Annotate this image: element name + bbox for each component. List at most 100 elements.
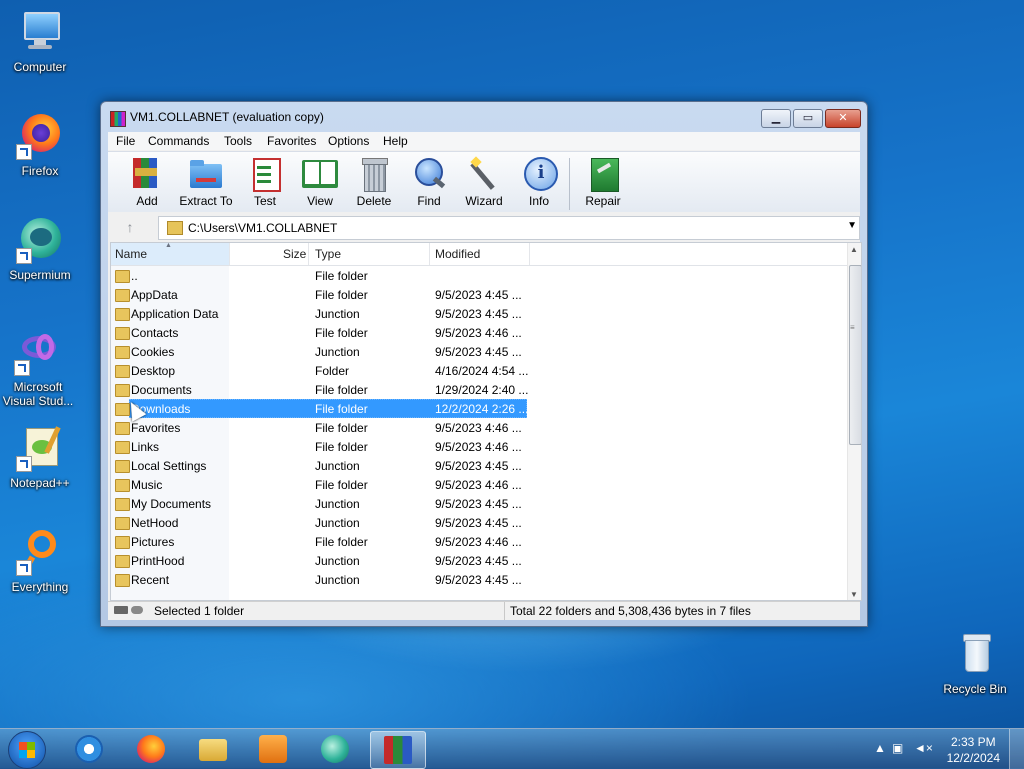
header-modified[interactable]: Modified bbox=[435, 247, 480, 261]
magnifier-icon bbox=[411, 156, 447, 190]
cell-name: .. bbox=[131, 269, 138, 283]
header-name[interactable]: Name bbox=[115, 247, 147, 261]
test-button[interactable]: Test bbox=[237, 156, 293, 208]
cell-type: Folder bbox=[315, 364, 350, 378]
menu-bar: File Commands Tools Favorites Options He… bbox=[108, 132, 860, 150]
table-row[interactable]: Desktop Folder 4/16/2024 4:54 ... bbox=[111, 361, 847, 380]
minimize-button[interactable]: ▁ bbox=[761, 109, 791, 128]
desktop-icon-supermium[interactable]: Supermium bbox=[2, 216, 78, 282]
find-label: Find bbox=[417, 194, 441, 208]
cell-type: Junction bbox=[315, 459, 360, 473]
desktop-icon-recycle-bin[interactable]: Recycle Bin bbox=[937, 630, 1013, 696]
vertical-scrollbar[interactable]: ▲ ≡ ▼ bbox=[847, 243, 861, 600]
table-row[interactable]: Pictures File folder 9/5/2023 4:46 ... bbox=[111, 532, 847, 551]
cell-modified: 9/5/2023 4:46 ... bbox=[435, 326, 522, 340]
taskbar-winrar[interactable] bbox=[370, 731, 426, 769]
chevron-down-icon[interactable]: ▼ bbox=[847, 220, 857, 231]
cell-type: File folder bbox=[315, 326, 368, 340]
add-button[interactable]: Add bbox=[119, 156, 175, 208]
arrow-up-icon: ↑ bbox=[126, 219, 134, 235]
header-size[interactable]: Size bbox=[283, 247, 306, 261]
table-row[interactable]: Downloads File folder 12/2/2024 2:26 ... bbox=[111, 399, 847, 418]
cell-modified: 1/29/2024 2:40 ... bbox=[435, 383, 529, 397]
drive-icon[interactable] bbox=[114, 606, 144, 614]
volume-muted-icon[interactable]: ◄× bbox=[914, 741, 933, 755]
maximize-icon: ▭ bbox=[802, 112, 814, 124]
network-icon[interactable]: ▣ bbox=[892, 741, 903, 755]
table-row[interactable]: My Documents Junction 9/5/2023 4:45 ... bbox=[111, 494, 847, 513]
view-label: View bbox=[307, 194, 333, 208]
title-bar[interactable]: VM1.COLLABNET (evaluation copy) ▁ ▭ ✕ bbox=[101, 102, 867, 132]
header-divider[interactable] bbox=[229, 243, 230, 265]
wizard-button[interactable]: Wizard bbox=[456, 156, 512, 208]
table-row[interactable]: NetHood Junction 9/5/2023 4:45 ... bbox=[111, 513, 847, 532]
minimize-icon: ▁ bbox=[771, 112, 781, 124]
table-row[interactable]: Local Settings Junction 9/5/2023 4:45 ... bbox=[111, 456, 847, 475]
table-row[interactable]: AppData File folder 9/5/2023 4:45 ... bbox=[111, 285, 847, 304]
find-button[interactable]: Find bbox=[401, 156, 457, 208]
cell-modified: 9/5/2023 4:45 ... bbox=[435, 573, 522, 587]
table-row[interactable]: Documents File folder 1/29/2024 2:40 ... bbox=[111, 380, 847, 399]
taskbar-internet-explorer[interactable] bbox=[62, 731, 116, 767]
scroll-down-arrow-icon[interactable]: ▼ bbox=[850, 590, 858, 599]
scrollbar-thumb[interactable] bbox=[849, 265, 861, 445]
address-field[interactable]: C:\Users\VM1.COLLABNET ▼ bbox=[158, 216, 860, 240]
header-divider[interactable] bbox=[308, 243, 309, 265]
repair-button[interactable]: Repair bbox=[575, 156, 631, 208]
header-divider[interactable] bbox=[429, 243, 430, 265]
table-row[interactable]: Application Data Junction 9/5/2023 4:45 ..… bbox=[111, 304, 847, 323]
menu-options[interactable]: Options bbox=[328, 134, 369, 148]
taskbar-media-player[interactable] bbox=[246, 731, 300, 767]
view-button[interactable]: View bbox=[292, 156, 348, 208]
delete-button[interactable]: Delete bbox=[346, 156, 402, 208]
wand-icon bbox=[466, 156, 502, 190]
table-row[interactable]: Cookies Junction 9/5/2023 4:45 ... bbox=[111, 342, 847, 361]
menu-commands[interactable]: Commands bbox=[148, 134, 209, 148]
table-row[interactable]: Music File folder 9/5/2023 4:46 ... bbox=[111, 475, 847, 494]
winrar-icon bbox=[384, 736, 412, 764]
folder-icon bbox=[115, 327, 130, 340]
taskbar-file-explorer[interactable] bbox=[186, 731, 240, 767]
desktop-icon-visual-studio[interactable]: Microsoft Visual Stud... bbox=[0, 328, 76, 408]
computer-icon bbox=[16, 8, 64, 56]
up-one-level-button[interactable]: ↑ bbox=[120, 219, 140, 237]
table-row[interactable]: Recent Junction 9/5/2023 4:45 ... bbox=[111, 570, 847, 589]
header-type[interactable]: Type bbox=[315, 247, 341, 261]
menu-help[interactable]: Help bbox=[383, 134, 408, 148]
menu-favorites[interactable]: Favorites bbox=[267, 134, 316, 148]
table-row[interactable]: .. File folder bbox=[111, 266, 847, 285]
taskbar-firefox[interactable] bbox=[124, 731, 178, 767]
supermium-icon bbox=[16, 216, 64, 264]
show-desktop-button[interactable] bbox=[1009, 729, 1024, 769]
maximize-button[interactable]: ▭ bbox=[793, 109, 823, 128]
desktop-icon-computer[interactable]: Computer bbox=[2, 8, 78, 74]
windows-logo-icon bbox=[19, 742, 35, 758]
column-header: ▲ Name Size Type Modified bbox=[111, 243, 859, 266]
header-divider[interactable] bbox=[529, 243, 530, 265]
toolbar-separator bbox=[569, 158, 570, 210]
recycle-bin-icon bbox=[951, 630, 999, 678]
cell-modified: 9/5/2023 4:45 ... bbox=[435, 459, 522, 473]
desktop-icon-firefox[interactable]: Firefox bbox=[2, 112, 78, 178]
desktop-icon-notepad-plus-plus[interactable]: Notepad++ bbox=[2, 424, 78, 490]
clock[interactable]: 2:33 PM 12/2/2024 bbox=[947, 734, 1000, 766]
taskbar-supermium[interactable] bbox=[308, 731, 362, 767]
table-row[interactable]: Favorites File folder 9/5/2023 4:46 ... bbox=[111, 418, 847, 437]
show-hidden-icons-chevron-icon[interactable]: ▲ bbox=[874, 741, 886, 755]
table-row[interactable]: PrintHood Junction 9/5/2023 4:45 ... bbox=[111, 551, 847, 570]
extract-to-button[interactable]: Extract To bbox=[178, 156, 234, 208]
cell-name: NetHood bbox=[131, 516, 179, 530]
table-row[interactable]: Contacts File folder 9/5/2023 4:46 ... bbox=[111, 323, 847, 342]
extract-folder-icon bbox=[188, 156, 224, 190]
menu-file[interactable]: File bbox=[116, 134, 135, 148]
menu-tools[interactable]: Tools bbox=[224, 134, 252, 148]
scroll-up-arrow-icon[interactable]: ▲ bbox=[850, 245, 858, 254]
close-button[interactable]: ✕ bbox=[825, 109, 861, 128]
start-button[interactable] bbox=[8, 731, 46, 769]
desktop-icon-everything[interactable]: Everything bbox=[2, 528, 78, 594]
cell-type: Junction bbox=[315, 573, 360, 587]
clock-date: 12/2/2024 bbox=[946, 751, 1000, 765]
info-button[interactable]: i Info bbox=[511, 156, 567, 208]
table-row[interactable]: Links File folder 9/5/2023 4:46 ... bbox=[111, 437, 847, 456]
cell-type: Junction bbox=[315, 307, 360, 321]
